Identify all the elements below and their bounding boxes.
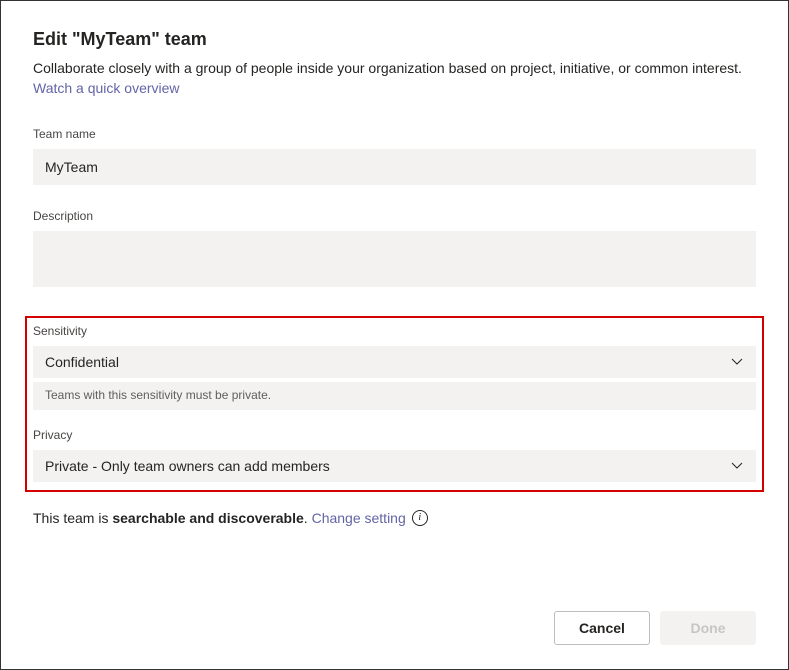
- info-icon[interactable]: i: [412, 510, 428, 526]
- description-input[interactable]: [33, 231, 756, 287]
- discoverable-row: This team is searchable and discoverable…: [33, 510, 756, 526]
- description-label: Description: [33, 209, 756, 223]
- sensitivity-label: Sensitivity: [33, 324, 756, 338]
- sensitivity-dropdown[interactable]: Confidential: [33, 346, 756, 378]
- dialog-subtitle-text: Collaborate closely with a group of peop…: [33, 60, 742, 76]
- team-name-field: Team name: [33, 127, 756, 185]
- sensitivity-value: Confidential: [45, 354, 119, 370]
- sensitivity-help: Teams with this sensitivity must be priv…: [33, 382, 756, 410]
- sensitivity-field: Sensitivity Confidential Teams with this…: [33, 324, 756, 410]
- chevron-down-icon: [730, 459, 744, 473]
- button-row: Cancel Done: [554, 611, 756, 645]
- privacy-value: Private - Only team owners can add membe…: [45, 458, 330, 474]
- privacy-field: Privacy Private - Only team owners can a…: [33, 428, 756, 482]
- cancel-button[interactable]: Cancel: [554, 611, 650, 645]
- privacy-dropdown[interactable]: Private - Only team owners can add membe…: [33, 450, 756, 482]
- team-name-input[interactable]: [33, 149, 756, 185]
- description-field: Description: [33, 209, 756, 292]
- chevron-down-icon: [730, 355, 744, 369]
- overview-link[interactable]: Watch a quick overview: [33, 80, 180, 96]
- dialog-subtitle: Collaborate closely with a group of peop…: [33, 58, 756, 99]
- done-button: Done: [660, 611, 756, 645]
- change-setting-link[interactable]: Change setting: [312, 510, 406, 526]
- highlight-box: Sensitivity Confidential Teams with this…: [25, 316, 764, 492]
- dialog-title: Edit "MyTeam" team: [33, 29, 756, 50]
- team-name-label: Team name: [33, 127, 756, 141]
- discoverable-text: This team is searchable and discoverable…: [33, 510, 406, 526]
- privacy-label: Privacy: [33, 428, 756, 442]
